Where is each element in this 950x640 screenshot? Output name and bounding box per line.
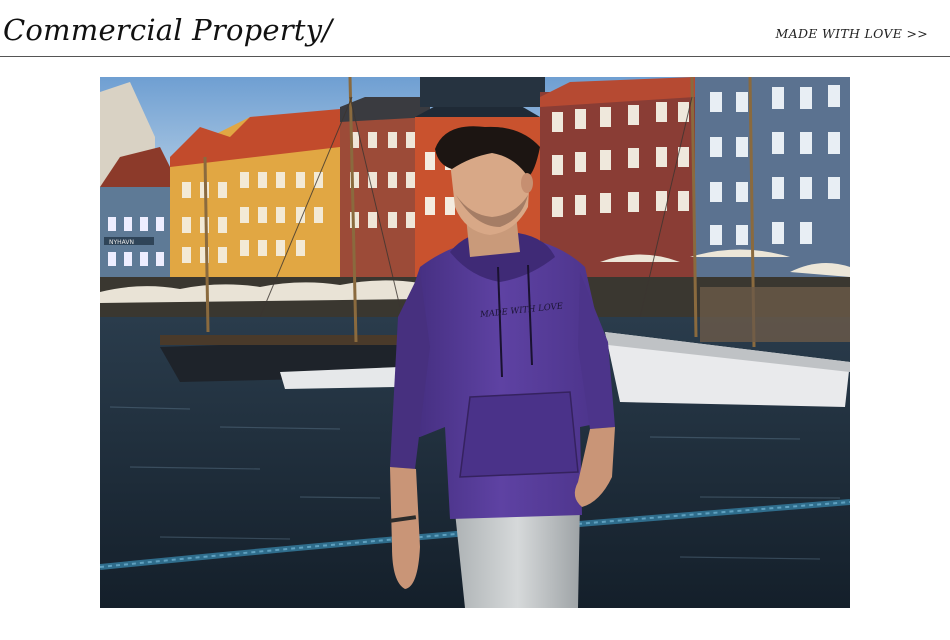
left-hand (390, 467, 420, 589)
page-title: Commercial Property/ (3, 13, 333, 47)
photo-illustration: NYHAVN MADE WITH LOVE (100, 77, 850, 608)
hero-photo: NYHAVN MADE WITH LOVE (100, 77, 850, 608)
made-with-love-link[interactable]: MADE WITH LOVE >> (776, 26, 928, 41)
page-header: Commercial Property/ MADE WITH LOVE >> (0, 0, 950, 57)
nyhavn-sign: NYHAVN (109, 239, 134, 246)
